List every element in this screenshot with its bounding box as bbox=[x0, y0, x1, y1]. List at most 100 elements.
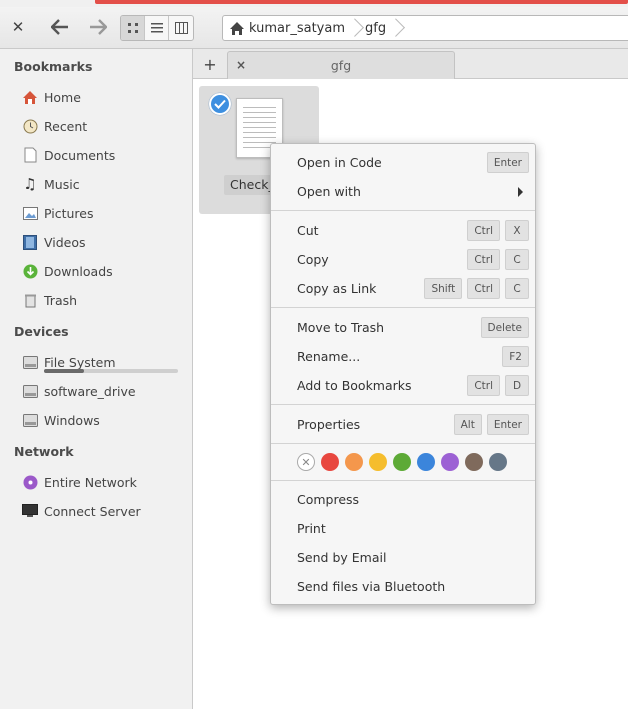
grid-view-button[interactable] bbox=[121, 16, 145, 40]
menu-item-label: Open in Code bbox=[297, 155, 382, 170]
sidebar-item-documents[interactable]: Documents bbox=[22, 143, 187, 167]
back-button[interactable] bbox=[46, 14, 74, 40]
drive-icon bbox=[22, 383, 38, 399]
selected-check-icon[interactable] bbox=[209, 93, 231, 115]
menu-item-copy[interactable]: Copy Ctrl C bbox=[271, 245, 535, 274]
list-view-icon bbox=[150, 23, 163, 33]
menu-item-label: Open with bbox=[297, 184, 361, 199]
menu-item-copy-as-link[interactable]: Copy as Link Shift Ctrl C bbox=[271, 274, 535, 303]
recent-icon bbox=[22, 118, 38, 134]
sidebar-item-label: File System bbox=[44, 354, 116, 370]
color-tag-picker: ✕ bbox=[297, 453, 507, 471]
menu-item-compress[interactable]: Compress bbox=[271, 485, 535, 514]
videos-icon bbox=[22, 234, 38, 250]
sidebar-item-connect-server[interactable]: Connect Server bbox=[22, 499, 187, 523]
menu-item-print[interactable]: Print bbox=[271, 514, 535, 543]
arrow-right-icon bbox=[90, 19, 107, 35]
shortcut-key: F2 bbox=[502, 346, 529, 367]
sidebar-item-label: Home bbox=[44, 89, 81, 105]
sidebar-item-label: Downloads bbox=[44, 263, 113, 279]
tab-bar: + × gfg bbox=[193, 49, 628, 79]
pictures-icon bbox=[22, 205, 38, 221]
clear-color-button[interactable]: ✕ bbox=[297, 453, 315, 471]
server-icon bbox=[22, 503, 38, 519]
menu-item-label: Copy as Link bbox=[297, 281, 377, 296]
breadcrumb-gfg[interactable]: gfg bbox=[365, 21, 386, 36]
sidebar-item-label: Trash bbox=[44, 292, 78, 308]
breadcrumb-separator bbox=[390, 16, 402, 40]
menu-item-move-to-trash[interactable]: Move to Trash Delete bbox=[271, 313, 535, 342]
sidebar-item-entire-network[interactable]: Entire Network bbox=[22, 470, 187, 494]
menu-item-properties[interactable]: Properties Alt Enter bbox=[271, 410, 535, 439]
sidebar-item-videos[interactable]: Videos bbox=[22, 230, 187, 254]
shortcut-key: C bbox=[505, 278, 529, 299]
color-swatch-green[interactable] bbox=[393, 453, 411, 471]
location-bar[interactable]: kumar_satyam gfg bbox=[222, 15, 628, 41]
documents-icon bbox=[22, 147, 38, 163]
view-mode-switcher bbox=[120, 15, 194, 41]
menu-item-label: Add to Bookmarks bbox=[297, 378, 412, 393]
sidebar-item-pictures[interactable]: Pictures bbox=[22, 201, 187, 225]
shortcut-key: Enter bbox=[486, 414, 529, 435]
color-swatch-yellow[interactable] bbox=[369, 453, 387, 471]
menu-item-label: Properties bbox=[297, 417, 361, 432]
shortcut-key: D bbox=[505, 375, 529, 396]
sidebar: Bookmarks Home Recent Documents ♫ Music … bbox=[0, 49, 193, 709]
sidebar-item-trash[interactable]: Trash bbox=[22, 288, 187, 312]
shortcut-key: Ctrl bbox=[467, 278, 500, 299]
menu-item-label: Move to Trash bbox=[297, 320, 385, 335]
sidebar-item-music[interactable]: ♫ Music bbox=[22, 172, 187, 196]
breadcrumb-label: kumar_satyam bbox=[249, 20, 346, 36]
menu-item-add-to-bookmarks[interactable]: Add to Bookmarks Ctrl D bbox=[271, 371, 535, 400]
header-bar: ✕ kumar_satyam gfg bbox=[0, 7, 628, 49]
submenu-arrow-icon bbox=[518, 186, 523, 197]
menu-item-send-via-bluetooth[interactable]: Send files via Bluetooth bbox=[271, 572, 535, 601]
menu-item-label: Send files via Bluetooth bbox=[297, 579, 446, 594]
sidebar-item-downloads[interactable]: Downloads bbox=[22, 259, 187, 283]
color-swatch-purple[interactable] bbox=[441, 453, 459, 471]
sidebar-item-label: Music bbox=[44, 176, 80, 192]
shortcut-key: Delete bbox=[480, 317, 529, 338]
color-swatch-red[interactable] bbox=[321, 453, 339, 471]
close-window-button[interactable]: ✕ bbox=[6, 14, 30, 40]
sidebar-item-windows[interactable]: Windows bbox=[22, 408, 187, 432]
breadcrumb-home[interactable]: kumar_satyam bbox=[229, 21, 345, 36]
sidebar-item-label: Windows bbox=[44, 412, 100, 428]
menu-item-cut[interactable]: Cut Ctrl X bbox=[271, 216, 535, 245]
color-swatch-slate[interactable] bbox=[489, 453, 507, 471]
column-view-button[interactable] bbox=[169, 16, 193, 40]
tab-gfg[interactable]: × gfg bbox=[227, 51, 455, 79]
menu-item-open-with[interactable]: Open with bbox=[271, 177, 535, 206]
breadcrumb-label: gfg bbox=[365, 20, 387, 36]
close-icon: ✕ bbox=[11, 18, 25, 36]
menu-item-send-by-email[interactable]: Send by Email bbox=[271, 543, 535, 572]
forward-button[interactable] bbox=[84, 14, 112, 40]
shortcut-key: Ctrl bbox=[467, 375, 500, 396]
menu-separator bbox=[271, 443, 535, 444]
sidebar-item-recent[interactable]: Recent bbox=[22, 114, 187, 138]
list-view-button[interactable] bbox=[145, 16, 169, 40]
color-swatch-brown[interactable] bbox=[465, 453, 483, 471]
tab-label: gfg bbox=[330, 58, 352, 73]
color-swatch-orange[interactable] bbox=[345, 453, 363, 471]
sidebar-item-software-drive[interactable]: software_drive bbox=[22, 379, 187, 403]
sidebar-item-home[interactable]: Home bbox=[22, 85, 187, 109]
new-tab-button[interactable]: + bbox=[197, 53, 223, 75]
color-swatch-blue[interactable] bbox=[417, 453, 435, 471]
sidebar-item-label: Documents bbox=[44, 147, 116, 163]
shortcut-key: Ctrl bbox=[467, 220, 500, 241]
menu-item-open-in-code[interactable]: Open in Code Enter bbox=[271, 148, 535, 177]
menu-item-label: Send by Email bbox=[297, 550, 387, 565]
network-heading: Network bbox=[14, 444, 74, 459]
menu-item-label: Compress bbox=[297, 492, 360, 507]
bookmarks-heading: Bookmarks bbox=[14, 59, 93, 74]
sidebar-item-label: Connect Server bbox=[44, 503, 141, 519]
shortcut-key: Alt bbox=[453, 414, 482, 435]
drive-icon bbox=[22, 412, 38, 428]
shortcut-key: Shift bbox=[424, 278, 463, 299]
plus-icon: + bbox=[203, 54, 217, 74]
menu-item-rename[interactable]: Rename... F2 bbox=[271, 342, 535, 371]
music-icon: ♫ bbox=[23, 175, 37, 193]
column-view-icon bbox=[174, 22, 188, 34]
downloads-icon bbox=[22, 263, 38, 279]
